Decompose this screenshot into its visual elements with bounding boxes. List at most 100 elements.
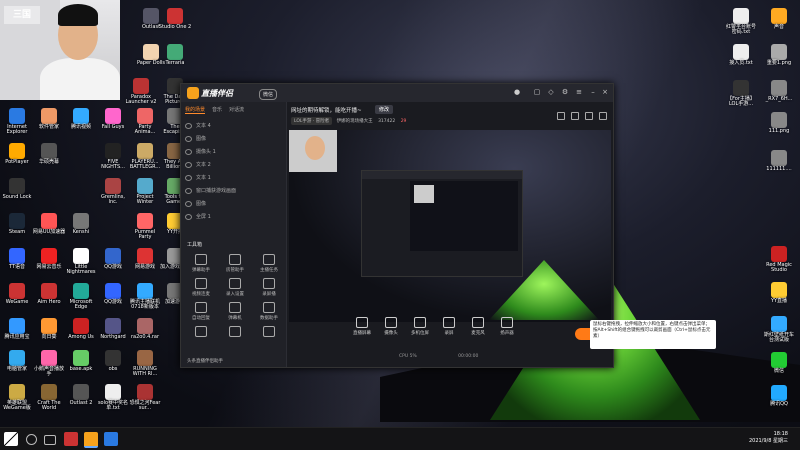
stream-preview[interactable] — [289, 130, 611, 322]
desktop-icon[interactable]: Internet Explorer — [0, 108, 34, 135]
windows-start-icon[interactable] — [4, 432, 18, 446]
left-tab[interactable]: 音乐 — [212, 106, 222, 113]
scene-item[interactable]: 文本 2 — [185, 161, 281, 170]
desktop-icon[interactable]: Paradox Launcher v2 — [124, 78, 158, 105]
desktop-icon[interactable]: TT语音 — [0, 248, 34, 270]
lock-icon[interactable] — [585, 112, 593, 120]
menu-icon[interactable]: ≡ — [575, 88, 583, 96]
visibility-eye-icon[interactable] — [185, 200, 192, 207]
desktop-icon[interactable]: ra2o0.4.rar — [128, 318, 162, 340]
visibility-eye-icon[interactable] — [185, 122, 192, 129]
desktop-icon[interactable]: 【For主播】LOL手游... — [724, 80, 758, 107]
control-button[interactable]: 多机位屏 — [407, 317, 433, 336]
desktop-icon[interactable]: Outlast 2 — [64, 384, 98, 406]
desktop-icon[interactable]: Sound Lock — [0, 178, 34, 200]
desktop-icon[interactable]: 红警平台账号密码.txt — [724, 8, 758, 35]
app-titlebar[interactable]: 直播伴侣 微信 ● ▢ ◇ ⚙ ≡ – × — [181, 84, 613, 102]
desktop-icon[interactable]: Fall Guys — [96, 108, 130, 130]
taskbar-app-icon[interactable] — [104, 432, 118, 446]
tool-button[interactable]: 自动回复 — [187, 302, 215, 321]
desktop-icon[interactable]: 网易游戏 — [128, 248, 162, 270]
visibility-eye-icon[interactable] — [185, 148, 192, 155]
desktop-icon[interactable]: Microsoft Edge — [64, 283, 98, 310]
desktop-icon[interactable]: base.apk — [64, 350, 98, 372]
desktop-icon[interactable]: 腾讯主播联机0718新版本 — [128, 283, 162, 310]
taskbar-clock[interactable]: 18:18 2021/9/8 星期三 — [749, 431, 788, 445]
desktop-icon[interactable]: 接入员.txt — [724, 44, 758, 66]
task-view-icon[interactable] — [44, 435, 56, 445]
desktop-icon[interactable]: YY直播 — [762, 282, 796, 304]
close-icon[interactable]: × — [601, 88, 609, 96]
desktop-icon[interactable]: 软件管家 — [32, 108, 66, 130]
tool-button[interactable]: 录屏播 — [255, 278, 283, 297]
layout-icon[interactable] — [557, 112, 565, 120]
desktop-icon[interactable]: solo赛中奖名单.txt — [96, 384, 130, 411]
desktop-icon[interactable]: FIVE NIGHTS... — [96, 143, 130, 170]
tool-button[interactable] — [221, 326, 249, 339]
desktop-icon[interactable]: 111111.... — [762, 150, 796, 172]
left-tab[interactable]: 我的场景 — [185, 106, 206, 114]
scene-item[interactable]: 全屏 1 — [185, 213, 281, 222]
share-icon[interactable] — [599, 112, 607, 120]
stream-title[interactable]: 网址的期待解锁，能吃开播~ — [291, 106, 362, 114]
desktop-icon[interactable]: 腾讯视频 — [64, 108, 98, 130]
desktop-icon[interactable]: 网易UU加速器 — [32, 213, 66, 235]
tool-button[interactable]: 房管助手 — [221, 254, 249, 273]
left-tab[interactable]: 对话流 — [229, 106, 244, 113]
edit-title-button[interactable]: 修改 — [375, 105, 394, 114]
desktop-icon[interactable]: PLAYERU... BATTLEGR... — [128, 143, 162, 170]
desktop-icon[interactable]: Party Anima... — [128, 108, 162, 135]
tool-button[interactable]: 数据助手 — [255, 302, 283, 321]
visibility-eye-icon[interactable] — [185, 187, 192, 194]
category-badge[interactable]: LOL手游 · 冒险者 — [291, 117, 333, 125]
desktop-icon[interactable]: Craft The World — [32, 384, 66, 411]
tool-button[interactable] — [187, 326, 215, 339]
tool-button[interactable]: 弹幕机 — [221, 302, 249, 321]
control-button[interactable]: 麦克风 — [465, 317, 491, 336]
settings-icon[interactable]: ⚙ — [561, 88, 569, 96]
scene-item[interactable]: 图像 — [185, 200, 281, 209]
desktop-icon[interactable]: 向日葵 — [32, 318, 66, 340]
tool-button[interactable]: 录入设置 — [221, 278, 249, 297]
desktop-icon[interactable]: Northgard — [96, 318, 130, 340]
desktop-icon[interactable]: Kenshi — [64, 213, 98, 235]
desktop-icon[interactable]: 华硕壳幕 — [32, 143, 66, 165]
visibility-eye-icon[interactable] — [185, 213, 192, 220]
desktop-icon[interactable]: Among Us — [64, 318, 98, 340]
message-icon[interactable]: ▢ — [533, 88, 541, 96]
avatar-icon[interactable]: ● — [513, 88, 521, 96]
tool-button[interactable]: 视频连麦 — [187, 278, 215, 297]
taskbar-app-icon[interactable] — [64, 432, 78, 446]
scene-item[interactable]: 图像 — [185, 135, 281, 144]
search-icon[interactable] — [26, 434, 37, 445]
scene-item[interactable]: 窗口捕获游戏画面 — [185, 187, 281, 196]
desktop-icon[interactable]: Aim Hero — [32, 283, 66, 305]
delete-icon[interactable] — [571, 112, 579, 120]
desktop-icon[interactable]: Pummel Party — [128, 213, 162, 240]
minimize-icon[interactable]: – — [589, 88, 597, 96]
tool-button[interactable]: 弹幕助手 — [187, 254, 215, 273]
control-button[interactable]: 扬声器 — [494, 317, 520, 336]
desktop-icon[interactable]: Red Magic Studio — [762, 246, 796, 273]
gift-icon[interactable]: ◇ — [547, 88, 555, 96]
streaming-app-window[interactable]: 直播伴侣 微信 ● ▢ ◇ ⚙ ≡ – × 我的场景 音乐 对话流 文本 4 图像摄像… — [180, 83, 614, 368]
desktop-icon[interactable]: PotPlayer — [0, 143, 34, 165]
bottom-hint[interactable]: 头条直播伴侣助手 — [187, 358, 223, 364]
desktop-icon[interactable]: 小鹅声音播放手 — [32, 350, 66, 377]
desktop-icon[interactable]: Studio One 2 — [158, 8, 192, 30]
taskbar-streaming-app-icon[interactable] — [84, 432, 98, 448]
desktop-icon[interactable]: RUNNING WITH RI... — [128, 350, 162, 377]
desktop-icon[interactable]: WeGame — [0, 283, 34, 305]
desktop-icon[interactable]: QQ游戏 — [96, 283, 130, 305]
desktop-icon[interactable]: Project Winter — [128, 178, 162, 205]
desktop-icon[interactable]: 恐惧之河Fear sur... — [128, 384, 162, 411]
desktop-icon[interactable]: 声音 — [762, 8, 796, 30]
desktop-icon[interactable]: QQ游戏 — [96, 248, 130, 270]
desktop-icon[interactable]: 腾讯QQ — [762, 385, 796, 407]
desktop-icon[interactable]: _RX7_6H... — [762, 80, 796, 102]
scene-item[interactable]: 文本 4 — [185, 122, 281, 131]
control-button[interactable]: 直播屏幕 — [349, 317, 375, 336]
desktop-icon[interactable]: 腾讯应用宝 — [0, 318, 34, 340]
visibility-eye-icon[interactable] — [185, 174, 192, 181]
control-button[interactable]: 摄像头 — [378, 317, 404, 336]
